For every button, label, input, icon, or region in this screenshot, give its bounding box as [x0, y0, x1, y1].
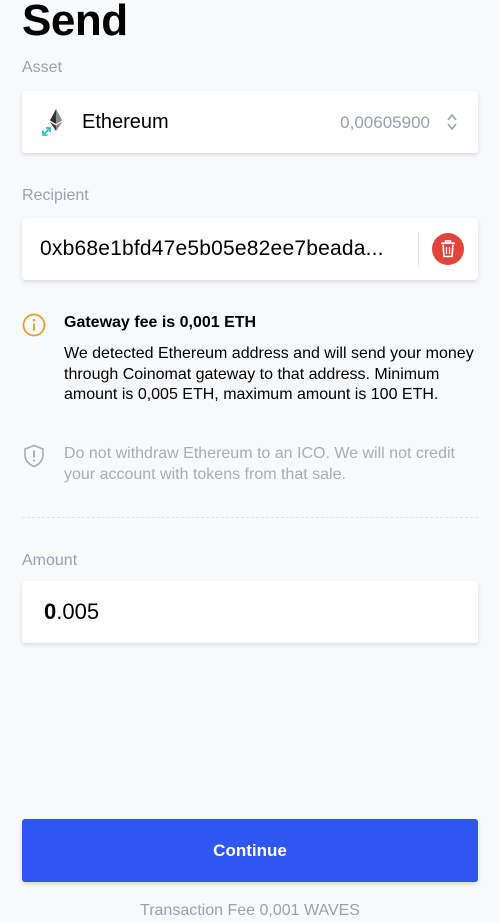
trash-icon [441, 240, 455, 258]
shield-icon [22, 444, 46, 468]
recipient-label: Recipient [22, 187, 89, 204]
ethereum-icon [40, 107, 68, 137]
info-icon [22, 313, 46, 337]
page-title: Send [22, 0, 128, 45]
asset-label: Asset [22, 59, 63, 76]
amount-integer: 0 [44, 599, 57, 624]
transaction-fee: Transaction Fee 0,001 WAVES [140, 902, 360, 919]
asset-selector[interactable]: Ethereum 0,00605900 [22, 91, 478, 153]
recipient-address[interactable]: 0xb68e1bfd47e5b05e82ee7beada... [40, 237, 416, 261]
recipient-field[interactable]: 0xb68e1bfd47e5b05e82ee7beada... [22, 218, 478, 280]
gateway-fee-title: Gateway fee is 0,001 ETH [64, 314, 257, 331]
amount-field[interactable]: 0.005 [22, 581, 478, 643]
ico-warning-text: Do not withdraw Ethereum to an ICO. We w… [64, 445, 455, 483]
amount-fraction: .005 [56, 599, 100, 624]
field-divider [418, 232, 419, 266]
continue-button[interactable]: Continue [22, 819, 478, 882]
clear-recipient-button[interactable] [432, 233, 464, 265]
amount-label: Amount [22, 552, 78, 569]
asset-balance: 0,00605900 [340, 113, 430, 132]
amount-input[interactable]: 0.005 [44, 599, 99, 625]
asset-name: Ethereum [82, 111, 169, 133]
section-divider [22, 517, 478, 518]
gateway-notice-text: We detected Ethereum address and will se… [64, 345, 474, 403]
send-screen: Send Asset Ethereum 0,00605900 Recipient [0, 0, 500, 922]
chevron-up-down-icon [446, 112, 458, 132]
